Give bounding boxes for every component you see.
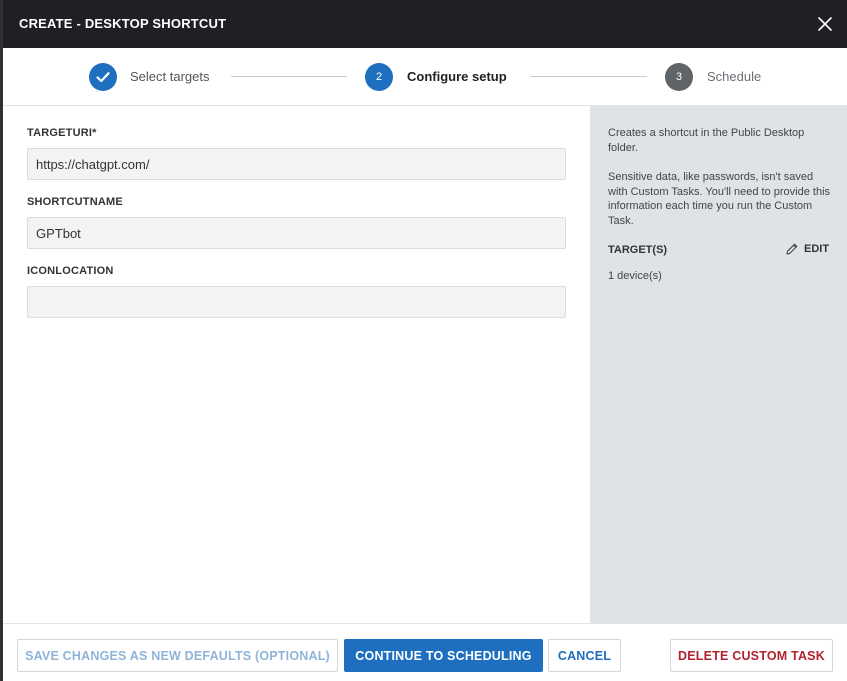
targeturi-input[interactable] — [27, 148, 566, 180]
shortcutname-input[interactable] — [27, 217, 566, 249]
iconlocation-label: ICONLOCATION — [27, 265, 114, 277]
save-defaults-button[interactable]: SAVE CHANGES AS NEW DEFAULTS (OPTIONAL) — [17, 639, 338, 672]
step-1-label[interactable]: Select targets — [130, 69, 210, 84]
task-description: Creates a shortcut in the Public Desktop… — [608, 127, 805, 154]
pencil-icon — [786, 243, 798, 255]
step-3-label[interactable]: Schedule — [707, 69, 761, 84]
step-2-circle[interactable]: 2 — [365, 63, 393, 91]
step-connector-1 — [231, 76, 347, 77]
iconlocation-input[interactable] — [27, 286, 566, 318]
close-button[interactable] — [813, 12, 837, 36]
step-3-circle[interactable]: 3 — [665, 63, 693, 91]
edit-label: EDIT — [804, 243, 830, 255]
targeturi-label: TARGETURI* — [27, 127, 97, 139]
targets-value: 1 device(s) — [608, 270, 662, 282]
delete-custom-task-button[interactable]: DELETE CUSTOM TASK — [670, 639, 833, 672]
step-connector-2 — [530, 76, 647, 77]
dialog-title: CREATE - DESKTOP SHORTCUT — [19, 16, 227, 31]
targets-heading: TARGET(S) — [608, 244, 668, 256]
edit-targets-button[interactable]: EDIT — [785, 242, 829, 256]
dialog: CREATE - DESKTOP SHORTCUT Select targets… — [0, 0, 847, 681]
shortcutname-label: SHORTCUTNAME — [27, 196, 123, 208]
cancel-button[interactable]: CANCEL — [548, 639, 621, 672]
info-sidebar: Creates a shortcut in the Public Desktop… — [590, 106, 847, 623]
continue-to-scheduling-button[interactable]: CONTINUE TO SCHEDULING — [344, 639, 543, 672]
dialog-header: CREATE - DESKTOP SHORTCUT — [3, 0, 847, 48]
check-icon — [96, 72, 110, 83]
step-2-label[interactable]: Configure setup — [407, 69, 507, 84]
sensitive-data-note: Sensitive data, like passwords, isn't sa… — [608, 171, 831, 227]
step-1-circle[interactable] — [89, 63, 117, 91]
form-panel: TARGETURI* SHORTCUTNAME ICONLOCATION — [3, 106, 590, 623]
close-icon — [818, 17, 832, 31]
stepper: Select targets 2 Configure setup 3 Sched… — [3, 48, 847, 106]
dialog-footer: SAVE CHANGES AS NEW DEFAULTS (OPTIONAL) … — [3, 623, 847, 681]
